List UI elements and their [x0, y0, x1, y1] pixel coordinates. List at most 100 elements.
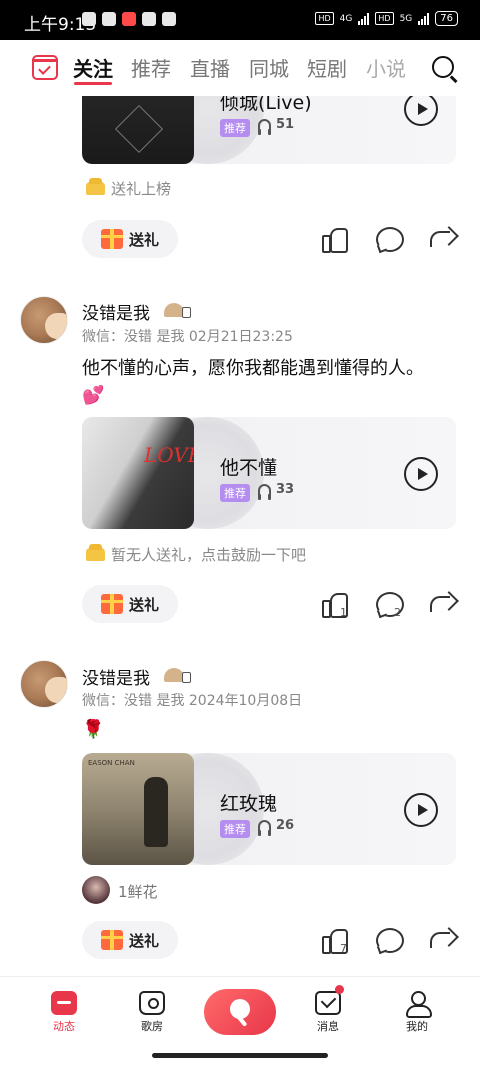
heart-emoji: 💕 [82, 385, 105, 406]
rose-emoji: 🌹 [82, 719, 105, 740]
nav-me[interactable]: 我的 [387, 991, 447, 1034]
status-notification-icons [82, 12, 176, 26]
signal-icon [358, 12, 370, 25]
vip-badge-icon [164, 668, 192, 683]
hd-label: HD [375, 12, 394, 25]
listen-count: 33 [258, 482, 295, 500]
listen-count-value: 33 [276, 482, 295, 497]
song-title: 他不懂 [220, 457, 278, 479]
video-app-icon [122, 12, 136, 26]
tab-recommend[interactable]: 推荐 [131, 53, 171, 82]
play-button[interactable] [404, 96, 438, 126]
tab-live[interactable]: 直播 [190, 53, 230, 82]
album-cover: EASON CHAN [82, 753, 194, 865]
net-5g-label: 5G [399, 13, 413, 24]
alarm-icon [102, 12, 116, 26]
gift-icon [100, 930, 123, 950]
play-button[interactable] [404, 793, 438, 827]
sofa-icon [86, 544, 105, 561]
listen-count: 51 [258, 117, 295, 135]
nav-messages[interactable]: 消息 [298, 991, 358, 1034]
signal-icon [418, 12, 430, 25]
nav-dynamic-label: 动态 [53, 1020, 75, 1033]
hd-label: HD [315, 12, 334, 25]
home-indicator[interactable] [152, 1053, 328, 1058]
screen: 上午9:13 HD 4G HD 5G 76 关注 推荐 直播 同城 短剧 小说 [0, 0, 480, 1066]
recommend-tag: 推荐 [220, 820, 250, 838]
send-gift-button[interactable]: 送礼 [82, 220, 178, 258]
share-icon[interactable] [428, 590, 456, 618]
profile-icon [404, 991, 432, 1018]
avatar[interactable] [20, 296, 68, 344]
headphone-icon [258, 483, 271, 500]
recommend-tag: 推荐 [220, 119, 250, 137]
active-tab-indicator [74, 82, 112, 85]
post-text: 他不懂的心声，愿你我都能遇到懂得的人。 [82, 358, 424, 379]
dynamic-icon [51, 991, 77, 1015]
song-card[interactable]: LOVE 他不懂 推荐 33 [82, 417, 456, 529]
song-title: 倾城(Live) [220, 96, 312, 114]
song-title: 红玫瑰 [220, 793, 278, 815]
nav-dynamic[interactable]: 动态 [34, 991, 94, 1034]
send-gift-button[interactable]: 送礼 [82, 921, 178, 959]
vip-badge-icon [164, 303, 192, 318]
net-4g-label: 4G [339, 13, 353, 24]
like-icon[interactable] [320, 225, 348, 253]
avatar[interactable] [20, 660, 68, 708]
headphone-icon [258, 118, 271, 135]
message-unread-dot [335, 985, 344, 994]
nav-me-label: 我的 [406, 1020, 428, 1033]
listen-count-value: 26 [276, 818, 295, 833]
cover-eason-text: EASON CHAN [88, 759, 135, 767]
album-cover [82, 96, 194, 164]
listen-count-value: 51 [276, 117, 295, 132]
mute-icon [82, 12, 96, 26]
share-icon[interactable] [428, 225, 456, 253]
username[interactable]: 没错是我 [82, 299, 150, 324]
send-gift-label: 送礼 [128, 931, 159, 950]
username[interactable]: 没错是我 [82, 664, 150, 689]
nav-music-room[interactable]: 歌房 [122, 991, 182, 1034]
post-meta: 微信：没错 是我 2024年10月08日 [82, 693, 303, 709]
message-icon [315, 991, 341, 1015]
send-gift-button[interactable]: 送礼 [82, 585, 178, 623]
send-gift-label: 送礼 [128, 595, 159, 614]
status-right: HD 4G HD 5G 76 [315, 11, 458, 26]
post-meta: 微信：没错 是我 02月21日23:25 [82, 329, 293, 345]
song-card[interactable]: 倾城(Live) 推荐 51 [82, 96, 456, 164]
tab-follow[interactable]: 关注 [73, 53, 113, 82]
gift-icon [100, 229, 123, 249]
comment-icon[interactable] [375, 225, 404, 253]
cover-love-text: LOVE [144, 443, 194, 467]
gift-icon [100, 594, 123, 614]
tab-local[interactable]: 同城 [249, 53, 289, 82]
app-icon [142, 12, 156, 26]
tab-short-drama[interactable]: 短剧 [307, 53, 347, 82]
sing-button[interactable] [204, 989, 276, 1035]
play-button[interactable] [404, 457, 438, 491]
app-icon [162, 12, 176, 26]
sofa-icon [86, 178, 105, 195]
gifter-avatar[interactable] [82, 876, 110, 904]
listen-count: 26 [258, 818, 295, 836]
calendar-icon[interactable] [32, 55, 58, 80]
tab-novel[interactable]: 小说 [366, 53, 406, 82]
gift-ranking-text: 送礼上榜 [111, 180, 172, 198]
gift-ranking-line[interactable]: 送礼上榜 [86, 178, 171, 199]
comment-count: 2 [394, 606, 401, 619]
gift-ranking-line[interactable]: 暂无人送礼，点击鼓励一下吧 [86, 544, 306, 565]
cover-art-shape [114, 104, 164, 154]
bottom-nav: 动态 歌房 消息 我的 [0, 976, 480, 1066]
headphone-icon [258, 819, 271, 836]
top-tab-bar: 关注 推荐 直播 同城 短剧 小说 [0, 40, 480, 96]
comment-icon[interactable] [375, 926, 404, 954]
search-icon[interactable] [432, 56, 454, 78]
recommend-tag: 推荐 [220, 484, 250, 502]
gift-encourage-text: 暂无人送礼，点击鼓励一下吧 [111, 546, 307, 564]
song-card[interactable]: EASON CHAN 红玫瑰 推荐 26 [82, 753, 456, 865]
cover-figure [144, 777, 168, 847]
share-icon[interactable] [428, 926, 456, 954]
feed: 倾城(Live) 推荐 51 送礼上榜 送礼 没错是我 微信：没错 是我 02月… [0, 96, 480, 976]
nav-messages-label: 消息 [317, 1020, 339, 1033]
album-cover: LOVE [82, 417, 194, 529]
